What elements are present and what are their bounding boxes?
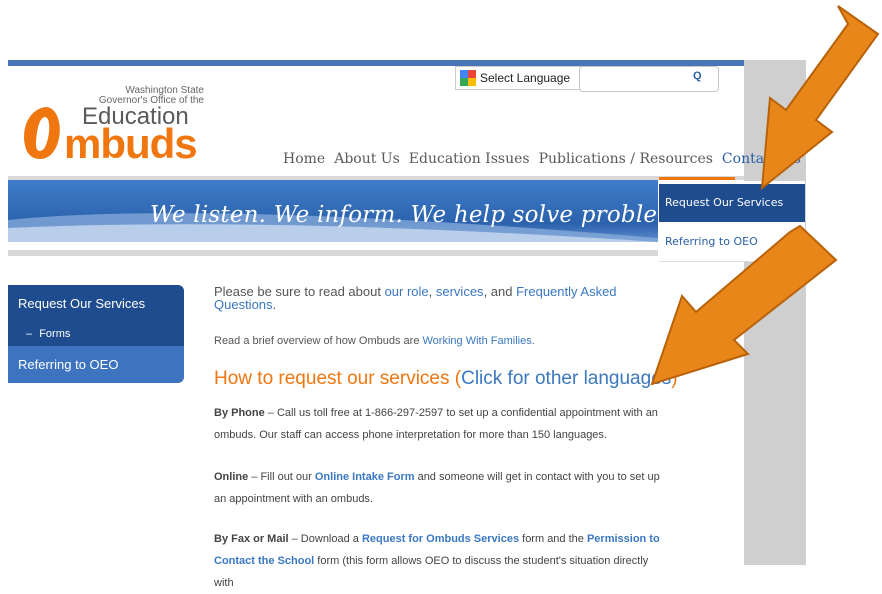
fax-mail-label: By Fax or Mail (214, 533, 289, 545)
fax-mid: form and the (519, 533, 587, 545)
annotation-arrow-top (760, 5, 880, 191)
link-our-role[interactable]: our role (385, 284, 429, 299)
annotation-arrow-bottom (650, 224, 838, 386)
intro-sep: , and (483, 284, 517, 299)
banner-tagline: We listen. We inform. We help solve prob… (150, 202, 699, 228)
banner-divider (8, 250, 658, 256)
link-request-ombuds-services[interactable]: Request for Ombuds Services (362, 533, 519, 545)
by-phone-text: – Call us toll free at 1-866-297-2597 to… (214, 407, 658, 441)
online-pre: – Fill out our (248, 471, 315, 483)
link-working-with-families[interactable]: Working With Families (423, 335, 532, 347)
select-language-dropdown[interactable]: Select Language ▼ (455, 66, 596, 90)
search-icon[interactable]: Q (693, 70, 702, 82)
sidebar-item-request-services[interactable]: Request Our Services (8, 285, 184, 323)
link-services[interactable]: services (436, 284, 484, 299)
overview-text: Read a brief overview of how Ombuds are (214, 335, 423, 347)
online-label: Online (214, 471, 249, 483)
nav-about-us[interactable]: About Us (334, 151, 400, 167)
fax-pre: – Download a (288, 533, 362, 545)
by-phone-label: By Phone (214, 407, 265, 419)
overview-end: . (531, 335, 535, 347)
heading-text: How to request our services ( (214, 368, 462, 389)
intro-paragraph: Please be sure to read about our role, s… (214, 285, 644, 311)
sidebar-item-forms-label: Forms (39, 328, 71, 340)
nav-publications-resources[interactable]: Publications / Resources (539, 151, 713, 167)
intro-sep: , (428, 284, 436, 299)
google-translate-icon (460, 70, 476, 86)
nav-education-issues[interactable]: Education Issues (409, 151, 530, 167)
nav-home[interactable]: Home (283, 151, 325, 167)
online-paragraph: Online – Fill out our Online Intake Form… (214, 466, 664, 510)
link-online-intake-form[interactable]: Online Intake Form (315, 471, 415, 483)
sidebar-item-forms[interactable]: – Forms (8, 323, 184, 346)
sidebar-item-forms-prefix: – (26, 328, 33, 340)
logo-ombuds-text[interactable]: mbuds (64, 123, 198, 165)
logo-o-icon (24, 107, 60, 160)
overview-paragraph: Read a brief overview of how Ombuds are … (214, 335, 535, 347)
sidebar-item-referring-to-oeo[interactable]: Referring to OEO (8, 346, 184, 383)
select-language-label: Select Language (480, 71, 571, 85)
by-phone-paragraph: By Phone – Call us toll free at 1-866-29… (214, 402, 664, 446)
fax-mail-paragraph: By Fax or Mail – Download a Request for … (214, 528, 664, 594)
section-heading: How to request our services (Click for o… (214, 368, 678, 390)
intro-end: . (272, 297, 277, 312)
